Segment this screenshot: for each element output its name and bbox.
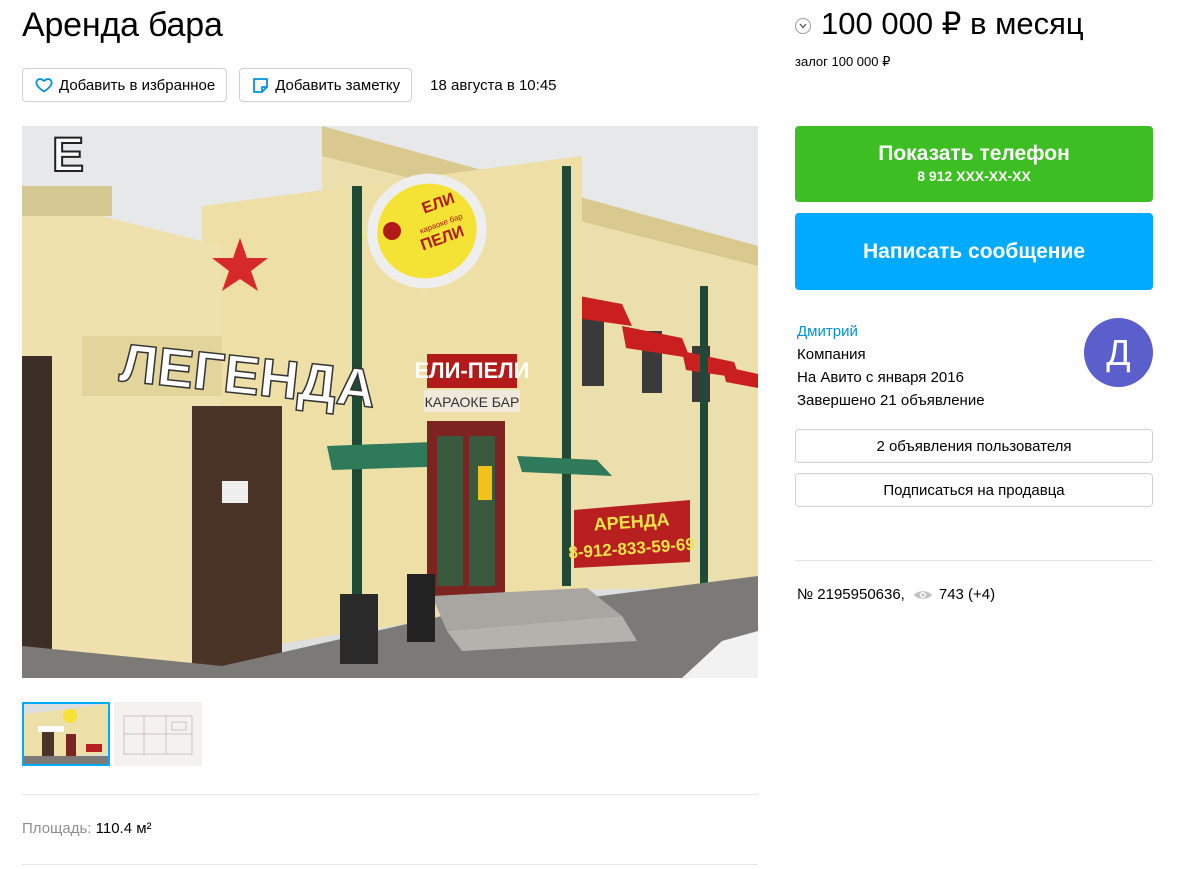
- publish-date: 18 августа в 10:45: [430, 76, 557, 94]
- divider-top: [22, 794, 758, 795]
- phone-number: 8 912 XXX-XX-XX: [917, 168, 1031, 184]
- seller-completed: Завершено 21 объявление: [797, 392, 985, 409]
- add-note-button[interactable]: Добавить заметку: [239, 68, 413, 102]
- area-param: Площадь: 110.4 м²: [22, 820, 152, 837]
- eye-icon: [913, 590, 932, 599]
- thumbnail-photo-1[interactable]: [22, 702, 110, 766]
- add-to-favorites-button[interactable]: Добавить в избранное: [22, 68, 228, 102]
- price: 100 000 ₽ в месяц: [821, 6, 1084, 41]
- seller-type: Компания: [797, 346, 866, 363]
- photo-thumbnails: [22, 702, 202, 766]
- ad-meta: № 2195950636, 743 (+4): [797, 586, 995, 603]
- main-photo[interactable]: ЕЛИ-ПЕЛИ КАРАОКЕ БАР ЕЛИ караоке бар ПЕЛ…: [22, 126, 758, 678]
- thumbnail-photo-2[interactable]: [114, 702, 202, 766]
- ad-number: № 2195950636,: [797, 586, 905, 603]
- show-phone-label: Показать телефон: [878, 142, 1070, 165]
- divider-bottom: [22, 864, 758, 865]
- page-title: Аренда бара: [22, 6, 223, 44]
- area-value: 110.4 м²: [95, 820, 152, 837]
- karaoke-sign: КАРАОКЕ БАР: [425, 394, 520, 410]
- avatar[interactable]: Д: [1084, 318, 1153, 387]
- seller-name[interactable]: Дмитрий: [797, 320, 985, 343]
- listing-actions: Добавить в избранное Добавить заметку 18…: [22, 68, 557, 102]
- seller-since: На Авито с января 2016: [797, 369, 964, 386]
- sidebar-divider: [795, 560, 1153, 561]
- seller-info: Дмитрий Компания На Авито с января 2016 …: [797, 320, 985, 412]
- write-message-button[interactable]: Написать сообщение: [795, 213, 1153, 290]
- svg-text:E: E: [52, 129, 84, 182]
- show-phone-button[interactable]: Показать телефон 8 912 XXX-XX-XX: [795, 126, 1153, 202]
- area-label: Площадь:: [22, 820, 92, 837]
- subscribe-seller-button[interactable]: Подписаться на продавца: [795, 473, 1153, 507]
- note-icon: [253, 77, 269, 93]
- deposit: залог 100 000 ₽: [795, 54, 891, 69]
- views-count: 743 (+4): [938, 586, 996, 603]
- price-block: 100 000 ₽ в месяц: [795, 6, 1084, 42]
- chevron-down-icon[interactable]: [795, 18, 811, 34]
- heart-icon: [35, 78, 53, 93]
- user-ads-button[interactable]: 2 объявления пользователя: [795, 429, 1153, 463]
- favorite-label: Добавить в избранное: [59, 76, 216, 94]
- note-label: Добавить заметку: [275, 76, 401, 94]
- eli-peli-red-sign: ЕЛИ-ПЕЛИ: [415, 358, 530, 383]
